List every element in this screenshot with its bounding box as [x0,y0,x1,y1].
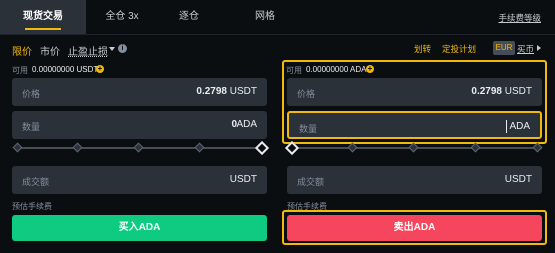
sell-slider-mark-50[interactable] [408,142,419,153]
sell-slider-handle[interactable] [284,140,300,156]
sell-total-unit: USDT [504,174,532,185]
tab-spot[interactable]: 现货交易 [0,0,86,34]
sell-amount-field[interactable]: 数量 ADA [287,111,542,139]
sell-slider-mark-25[interactable] [347,142,358,153]
trade-tabbar: 现货交易 全仓 3x 逐仓 网格 手续费等级 [0,0,555,35]
buy-price-unit: USDT [229,86,257,97]
sell-amount-label: 数量 [299,124,318,134]
sell-amount-unit: ADA [509,121,530,132]
order-type-limit[interactable]: 限价 [12,43,32,58]
currency-badge[interactable]: EUR [493,41,515,55]
sell-button[interactable]: 卖出ADA [287,215,542,241]
transfer-link[interactable]: 划转 [414,43,431,55]
add-funds-icon[interactable]: + [366,65,374,73]
sell-total-field[interactable]: 成交额 USDT [287,166,542,194]
buy-fee-label: 预估手续费 [12,202,52,211]
buy-total-field[interactable]: 成交额 USDT [12,166,267,194]
chevron-right-icon [537,45,541,51]
sell-price-unit: USDT [504,86,532,97]
tab-cross-margin[interactable]: 全仓 3x [86,0,158,34]
buy-button[interactable]: 买入ADA [12,215,267,241]
buy-slider-mark-0[interactable] [12,142,23,153]
buy-available-label: 可用 [12,66,28,75]
tab-isolated[interactable]: 逐仓 [158,0,220,34]
sell-available-label: 可用 [286,66,302,75]
sell-price-field[interactable]: 价格 0.2798 USDT [287,78,542,106]
sell-slider-mark-100[interactable] [532,142,543,153]
buy-total-unit: USDT [229,174,257,185]
buy-slider-mark-25[interactable] [72,142,83,153]
buy-slider-mark-50[interactable] [133,142,144,153]
buy-slider-mark-75[interactable] [194,142,205,153]
buy-amount-field[interactable]: 数量 0 ADA [12,111,267,139]
buy-price-input[interactable]: 0.2798 [196,86,227,97]
sell-slider-mark-75[interactable] [470,142,481,153]
buy-price-field[interactable]: 价格 0.2798 USDT [12,78,267,106]
tab-grid[interactable]: 网格 [220,0,310,34]
fee-level-link[interactable]: 手续费等级 [498,12,541,24]
buy-crypto-link[interactable]: 买币 [517,43,534,55]
order-type-stop-limit[interactable]: 止盈止损 [68,43,108,58]
buy-amount-label: 数量 [22,122,41,132]
text-cursor [506,120,507,133]
sell-price-input[interactable]: 0.2798 [471,86,502,97]
add-funds-icon[interactable]: + [96,65,104,73]
buy-available-value: 0.00000000 USDT [32,65,99,74]
buy-slider-handle[interactable] [254,140,270,156]
recurring-plan-link[interactable]: 定投计划 [442,43,476,55]
sell-available-value: 0.00000000 ADA [306,65,367,74]
order-type-market[interactable]: 市价 [40,43,60,58]
buy-total-label: 成交额 [22,177,50,187]
chevron-down-icon[interactable] [109,47,115,51]
info-icon[interactable]: i [118,44,127,53]
buy-price-label: 价格 [22,89,41,99]
sell-price-label: 价格 [297,89,316,99]
buy-amount-unit: ADA [236,119,257,130]
sell-total-label: 成交额 [297,177,325,187]
